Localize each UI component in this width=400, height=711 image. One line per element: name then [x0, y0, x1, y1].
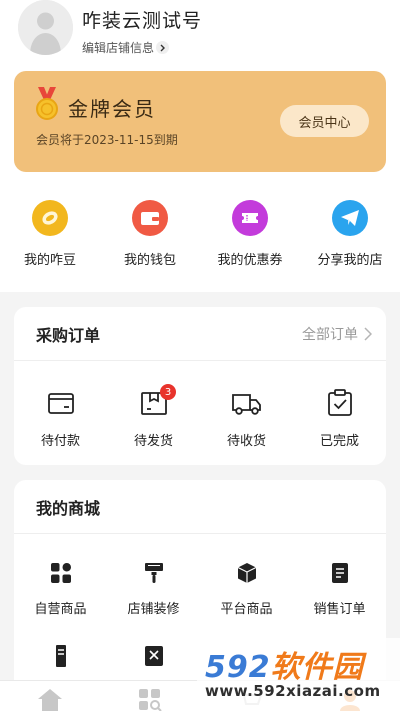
bean-icon	[32, 200, 68, 236]
wallet-icon	[132, 200, 168, 236]
grid-tiles-icon	[50, 563, 71, 583]
quick-link-wallet[interactable]: 我的钱包	[100, 200, 200, 268]
mall-sales-orders[interactable]: 销售订单	[293, 562, 386, 617]
my-mall-title: 我的商城	[36, 498, 101, 518]
my-mall-header: 我的商城	[14, 480, 386, 534]
order-status-pending-payment[interactable]: 待付款	[14, 388, 107, 449]
quick-link-coupons[interactable]: 我的优惠券	[200, 200, 300, 268]
quick-link-label: 分享我的店	[317, 253, 383, 268]
order-status-label: 待付款	[40, 434, 80, 449]
watermark-url: www.592xiazai.com	[205, 682, 381, 700]
chevron-right-icon	[364, 326, 372, 341]
cube-icon	[237, 563, 256, 583]
close-box-icon	[144, 646, 163, 666]
mall-platform-products[interactable]: 平台商品	[200, 562, 293, 617]
order-status-label: 待发货	[133, 434, 173, 449]
shop-name: 咋装云测试号	[82, 10, 203, 32]
mall-item-partial[interactable]	[14, 645, 107, 667]
site-watermark: 592软件园 www.592xiazai.com	[197, 638, 400, 711]
quick-link-share-shop[interactable]: 分享我的店	[300, 200, 400, 268]
my-mall-grid: 自营商品 店铺装修 平台商品 销售订单	[14, 534, 386, 617]
nav-home[interactable]	[0, 681, 100, 711]
purchase-orders-card: 采购订单 全部订单 待付款 3 待发货 待收货 已完成	[14, 307, 386, 465]
order-status-label: 已完成	[319, 434, 359, 449]
truck-outline-icon	[231, 394, 261, 415]
order-status-pending-shipment[interactable]: 3 待发货	[107, 384, 200, 449]
quick-link-label: 我的钱包	[123, 253, 176, 268]
coupon-icon	[232, 200, 268, 236]
mall-self-run-products[interactable]: 自营商品	[14, 562, 107, 617]
all-orders-label: 全部订单	[302, 326, 358, 343]
mall-item-label: 平台商品	[220, 602, 273, 617]
mall-item-label: 店铺装修	[127, 602, 180, 617]
nav-category[interactable]	[100, 681, 200, 711]
purchase-orders-header: 采购订单 全部订单	[14, 307, 386, 361]
quick-link-label: 我的咋豆	[23, 253, 76, 268]
chevron-right-icon	[156, 41, 170, 54]
share-plane-icon	[332, 200, 368, 236]
all-orders-link[interactable]: 全部订单	[302, 324, 372, 344]
edit-shop-info-label: 编辑店铺信息	[82, 41, 155, 55]
mall-item-label: 自营商品	[34, 602, 87, 617]
pending-shipment-badge: 3	[160, 384, 176, 400]
home-icon	[38, 689, 62, 711]
mall-item-partial[interactable]	[107, 645, 200, 667]
quick-links-row: 我的咋豆 我的钱包 我的优惠券 分享我的店	[0, 200, 400, 268]
mall-shop-decoration[interactable]: 店铺装修	[107, 562, 200, 617]
purchase-orders-title: 采购订单	[36, 325, 101, 345]
document-list-icon	[331, 563, 348, 583]
avatar[interactable]	[18, 0, 73, 55]
member-expire-text: 会员将于2023-11-15到期	[36, 133, 178, 147]
wallet-outline-icon	[47, 393, 74, 414]
order-status-pending-receipt[interactable]: 待收货	[200, 388, 293, 449]
medal-icon	[36, 87, 58, 120]
order-status-completed[interactable]: 已完成	[293, 388, 386, 449]
edit-shop-info-link[interactable]: 编辑店铺信息	[82, 39, 170, 56]
clipboard-check-icon	[327, 389, 352, 416]
paint-brush-icon	[144, 563, 163, 583]
watermark-brand: 592软件园	[205, 650, 364, 685]
member-level-title: 金牌会员	[68, 97, 156, 121]
member-center-button[interactable]: 会员中心	[280, 105, 369, 137]
quick-link-label: 我的优惠券	[217, 253, 283, 268]
default-avatar-icon	[18, 0, 73, 55]
category-search-icon	[139, 689, 162, 711]
order-status-label: 待收货	[226, 434, 266, 449]
purchase-orders-grid: 待付款 3 待发货 待收货 已完成	[14, 361, 386, 449]
document-icon	[55, 645, 66, 667]
gold-member-card: 金牌会员 会员将于2023-11-15到期 会员中心	[14, 71, 386, 172]
mall-item-label: 销售订单	[313, 602, 366, 617]
quick-link-beans[interactable]: 我的咋豆	[0, 200, 100, 268]
